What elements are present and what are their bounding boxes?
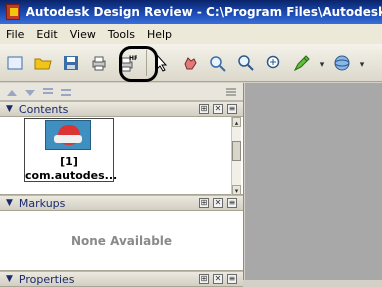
collapse-triangle-icon[interactable]: ▼: [6, 274, 13, 284]
collapse-icon[interactable]: [60, 87, 72, 97]
collapse-triangle-icon[interactable]: ▼: [6, 104, 13, 114]
sheet-thumbnail[interactable]: [1] com.autodes...: [24, 118, 118, 182]
app-icon[interactable]: [6, 4, 20, 20]
contents-scrollbar[interactable]: ▴ ▾: [231, 117, 241, 195]
new-button[interactable]: [4, 52, 26, 74]
panel-options-icon[interactable]: [225, 87, 237, 97]
panel-toolbar: [0, 83, 243, 101]
title-bar: Autodesk Design Review - C:\Program File…: [0, 0, 382, 24]
close-icon[interactable]: ✕: [213, 104, 223, 114]
dropdown-arrow-icon: ▾: [319, 59, 325, 70]
markups-title: Markups: [18, 196, 66, 210]
fit-to-window-button[interactable]: [263, 52, 285, 74]
view-cube-button[interactable]: [331, 52, 353, 74]
expand-icon[interactable]: [42, 87, 54, 97]
save-icon: [64, 55, 78, 70]
close-icon[interactable]: ✕: [213, 274, 223, 284]
new-document-icon: [7, 56, 23, 69]
pan-button[interactable]: [179, 52, 201, 74]
fit-window-icon: [266, 55, 280, 68]
open-button[interactable]: [32, 52, 54, 74]
pin-icon[interactable]: ⊞: [199, 104, 209, 114]
menu-edit[interactable]: Edit: [30, 28, 63, 41]
window-title: Autodesk Design Review - C:\Program File…: [25, 5, 382, 19]
contents-title: Contents: [18, 102, 69, 116]
sheet-index: [1]: [60, 155, 78, 168]
print-button[interactable]: [88, 52, 110, 74]
scroll-thumb[interactable]: [232, 141, 241, 161]
collapse-triangle-icon[interactable]: ▼: [6, 198, 13, 208]
list-icon[interactable]: ≡: [227, 198, 237, 208]
scroll-up-icon[interactable]: ▴: [232, 117, 241, 127]
hand-pan-icon: [184, 56, 197, 69]
markups-header[interactable]: ▼ Markups ⊞ ✕ ≡: [0, 195, 243, 211]
contents-header[interactable]: ▼ Contents ⊞ ✕ ≡: [0, 101, 243, 117]
view-dropdown[interactable]: ▾: [359, 56, 365, 70]
markup-dropdown[interactable]: ▾: [319, 56, 325, 70]
pin-icon[interactable]: ⊞: [199, 274, 209, 284]
pen-markup-icon: [293, 54, 310, 71]
properties-header[interactable]: ▼ Properties ⊞ ✕ ≡: [0, 271, 243, 287]
sphere-icon: [334, 55, 350, 70]
move-up-icon[interactable]: [6, 87, 18, 97]
properties-title: Properties: [18, 272, 75, 286]
model-preview-image: [45, 120, 91, 150]
list-icon[interactable]: ≡: [227, 274, 237, 284]
move-down-icon[interactable]: [24, 87, 36, 97]
menu-tools[interactable]: Tools: [102, 28, 141, 41]
menu-file[interactable]: File: [0, 28, 30, 41]
markups-body: None Available: [0, 211, 243, 271]
zoom-rectangle-icon: [210, 55, 226, 72]
sheet-name: com.autodes...: [25, 169, 118, 182]
pin-icon[interactable]: ⊞: [199, 198, 209, 208]
zoom-rect-button[interactable]: [207, 52, 229, 74]
list-icon[interactable]: ≡: [227, 104, 237, 114]
canvas-workspace[interactable]: [245, 83, 382, 280]
folder-icon: [34, 58, 52, 69]
menu-help[interactable]: Help: [141, 28, 178, 41]
main-toolbar: HP ▾ ▾: [0, 44, 382, 82]
highlight-annotation: [119, 46, 158, 82]
dropdown-arrow-icon: ▾: [359, 59, 365, 70]
markups-empty-text: None Available: [70, 233, 173, 248]
save-button[interactable]: [60, 52, 82, 74]
zoom-button[interactable]: [235, 52, 257, 74]
left-panel: ▼ Contents ⊞ ✕ ≡ [1] com.autodes... ▴ ▾ …: [0, 83, 244, 287]
zoom-icon: [238, 54, 254, 71]
contents-body: [1] com.autodes... ▴ ▾: [0, 117, 243, 195]
menu-bar: File Edit View Tools Help: [0, 24, 382, 44]
scroll-down-icon[interactable]: ▾: [232, 185, 241, 195]
markup-pen-button[interactable]: [291, 52, 313, 74]
menu-view[interactable]: View: [64, 28, 102, 41]
printer-icon: [92, 56, 106, 70]
close-icon[interactable]: ✕: [213, 198, 223, 208]
